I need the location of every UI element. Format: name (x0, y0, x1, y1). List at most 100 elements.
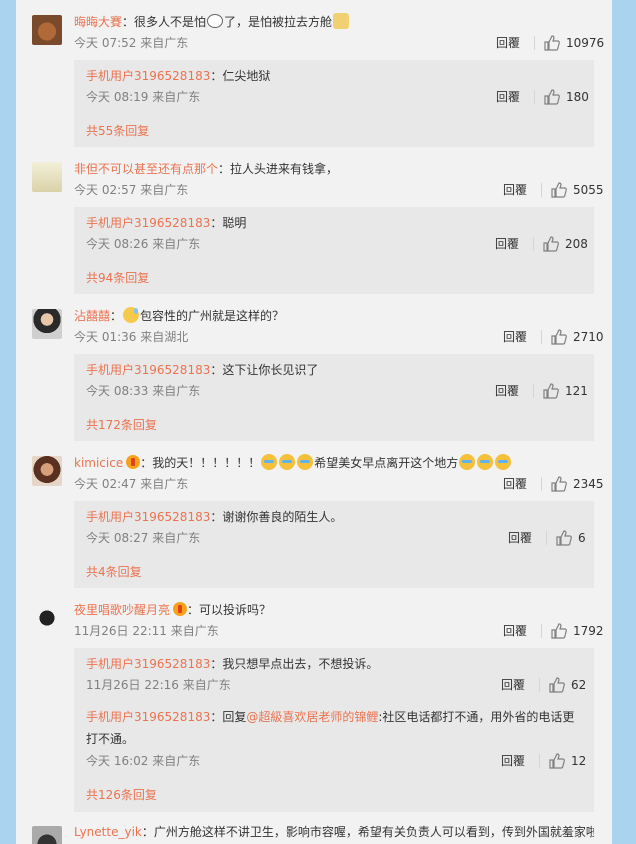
comment-item: 沾囍囍： 包容性的广州就是这样的？ 今天 01:36 来自湖北 回覆 2710 手… (16, 294, 612, 444)
thumbs-up-icon[interactable] (551, 329, 567, 345)
comment-body: 包容性的广州就是这样的？ (140, 309, 285, 323)
thumbs-up-icon[interactable] (556, 530, 572, 546)
avatar[interactable] (32, 309, 62, 339)
reply-button[interactable]: 回覆 (496, 34, 520, 52)
username-link[interactable]: 手机用户3196528183 (86, 710, 210, 724)
reply-button[interactable]: 回覆 (501, 752, 525, 770)
reply-button[interactable]: 回覆 (501, 676, 525, 694)
vip-badge-icon (173, 602, 188, 616)
thumbs-up-icon[interactable] (543, 236, 559, 252)
reply-button[interactable]: 回覆 (496, 88, 520, 106)
thumbs-up-icon[interactable] (551, 476, 567, 492)
cry-emoji-icon (279, 454, 296, 470)
comment-text: 夜里唱歌吵醒月亮 ：可以投诉吗？ (74, 600, 594, 620)
divider (533, 237, 534, 251)
thumbs-up-icon[interactable] (543, 383, 559, 399)
avatar[interactable] (32, 456, 62, 486)
divider (541, 330, 542, 344)
reply-meta: 今天 08:19 来自广东 (86, 90, 201, 104)
like-count: 10976 (566, 36, 605, 50)
divider (539, 754, 540, 768)
thumbs-up-icon[interactable] (551, 623, 567, 639)
like-count: 208 (565, 237, 588, 251)
username-link[interactable]: 夜里唱歌吵醒月亮 (74, 603, 170, 617)
dog-emoji-icon (333, 13, 350, 29)
like-count: 62 (571, 678, 587, 692)
reply-button[interactable]: 回覆 (503, 475, 527, 493)
reply-meta: 11月26日 22:16 来自广东 (86, 678, 231, 692)
comment-item: 晦晦大賽：很多人不是怕 了，是怕被拉去方舱 今天 07:52 来自广东 回覆 10… (16, 0, 612, 150)
divider (539, 678, 540, 692)
more-replies-link[interactable]: 共55条回复 (86, 124, 149, 138)
avatar[interactable] (32, 603, 62, 633)
comment-item: 夜里唱歌吵醒月亮 ：可以投诉吗？ 11月26日 22:11 来自广东 回覆 179… (16, 588, 612, 818)
username-link[interactable]: 手机用户3196528183 (86, 657, 210, 671)
avatar[interactable] (32, 162, 62, 192)
comment-body: 希望美女早点离开这个地方 (314, 456, 459, 470)
username-link[interactable]: 手机用户3196528183 (86, 363, 210, 377)
reply-meta: 今天 08:26 来自广东 (86, 237, 201, 251)
username-link[interactable]: kimicice (74, 456, 123, 470)
thumbs-up-icon[interactable] (549, 677, 565, 693)
comment-text: 晦晦大賽：很多人不是怕 了，是怕被拉去方舱 (74, 12, 594, 32)
like-count: 12 (571, 754, 587, 768)
reply-button[interactable]: 回覆 (503, 622, 527, 640)
divider (541, 477, 542, 491)
reply-button[interactable]: 回覆 (503, 328, 527, 346)
comment-meta: 11月26日 22:11 来自广东 (74, 624, 219, 638)
divider (534, 90, 535, 104)
cry-emoji-icon (297, 454, 314, 470)
thumbs-up-icon[interactable] (544, 89, 560, 105)
cry-emoji-icon (261, 454, 278, 470)
username-link[interactable]: 非但不可以甚至还有点那个 (74, 162, 218, 176)
reply-box: 手机用户3196528183：仁尖地狱 今天 08:19 来自广东 回覆 180… (74, 60, 594, 147)
like-count: 2710 (573, 330, 604, 344)
comment-body: ：很多人不是怕 (122, 15, 207, 29)
reply-button[interactable]: 回覆 (495, 382, 519, 400)
reply-button[interactable]: 回覆 (508, 529, 532, 547)
reply-box: 手机用户3196528183：聪明 今天 08:26 来自广东 回覆 208 共… (74, 207, 594, 294)
reply-text: 手机用户3196528183：谢谢你善良的陌生人。 (86, 510, 343, 524)
comment-body: ：我的天！！！！！！ (140, 456, 261, 470)
like-count: 6 (578, 531, 586, 545)
like-count: 5055 (573, 183, 604, 197)
more-replies-link[interactable]: 共94条回复 (86, 271, 149, 285)
username-link[interactable]: Lynette_yik (74, 825, 142, 839)
more-replies-link[interactable]: 共4条回复 (86, 565, 142, 579)
cry-emoji-icon (495, 454, 512, 470)
comment-meta: 今天 01:36 来自湖北 (74, 330, 189, 344)
reply-box: 手机用户3196528183：这下让你长见识了 今天 08:33 来自广东 回覆… (74, 354, 594, 441)
more-replies-link[interactable]: 共172条回复 (86, 418, 157, 432)
reply-button[interactable]: 回覆 (495, 235, 519, 253)
comment-body: 了，是怕被拉去方舱 (224, 15, 333, 29)
comment-meta: 今天 02:57 来自广东 (74, 183, 189, 197)
comment-meta: 今天 02:47 来自广东 (74, 477, 189, 491)
like-count: 1792 (573, 624, 604, 638)
username-link[interactable]: 手机用户3196528183 (86, 510, 210, 524)
more-replies-link[interactable]: 共126条回复 (86, 788, 157, 802)
username-link[interactable]: 手机用户3196528183 (86, 216, 210, 230)
sweat-emoji-icon (123, 307, 140, 323)
username-link[interactable]: 手机用户3196528183 (86, 69, 210, 83)
reply-meta: 今天 08:33 来自广东 (86, 384, 201, 398)
divider (533, 384, 534, 398)
avatar[interactable] (32, 826, 62, 844)
thumbs-up-icon[interactable] (551, 182, 567, 198)
cry-emoji-icon (459, 454, 476, 470)
reply-meta: 今天 16:02 来自广东 (86, 754, 201, 768)
comment-text: kimicice ：我的天！！！！！！ 希望美女早点离开这个地方 (74, 453, 594, 473)
reply-text: 手机用户3196528183：聪明 (86, 216, 247, 230)
reply-button[interactable]: 回覆 (503, 181, 527, 199)
mention-link[interactable]: @超級喜欢居老师的锦鲤 (246, 710, 378, 724)
thumbs-up-icon[interactable] (549, 753, 565, 769)
like-count: 180 (566, 90, 589, 104)
thumbs-up-icon[interactable] (544, 35, 560, 51)
comment-body: ：可以投诉吗？ (187, 603, 272, 617)
divider (541, 183, 542, 197)
username-link[interactable]: 沾囍囍 (74, 309, 110, 323)
divider (534, 36, 535, 50)
comment-item: kimicice ：我的天！！！！！！ 希望美女早点离开这个地方 今天 02:47 … (16, 441, 612, 591)
username-link[interactable]: 晦晦大賽 (74, 15, 122, 29)
avatar[interactable] (32, 15, 62, 45)
cry-emoji-icon (477, 454, 494, 470)
